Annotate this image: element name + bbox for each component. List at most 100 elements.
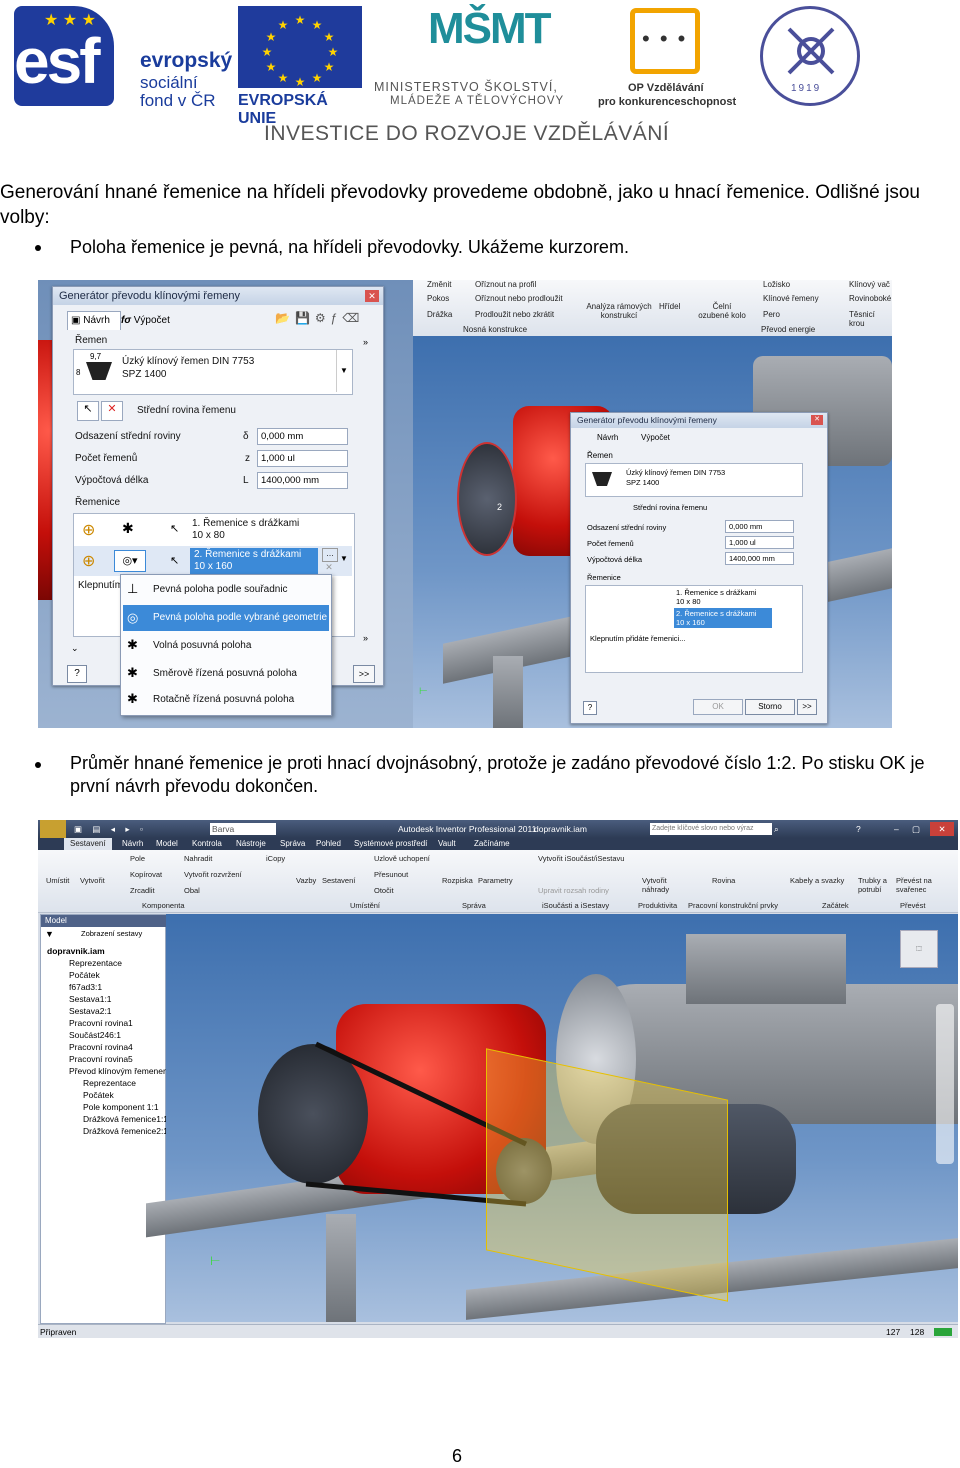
tree-item[interactable]: dopravnik.iam	[43, 945, 163, 957]
filter-icon[interactable]: ▼	[45, 929, 54, 939]
help-icon[interactable]: ?	[67, 665, 87, 683]
side-collapse-icon[interactable]: »	[363, 337, 368, 347]
substitutes-button[interactable]: Vytvořit náhrady	[642, 876, 678, 894]
collapse-icon[interactable]: ⌄	[71, 643, 79, 654]
ribbon-item-7[interactable]: Hřídel	[659, 302, 680, 311]
row-chevron-icon[interactable]: ▼	[340, 554, 348, 563]
erase-icon[interactable]: ⌫	[342, 311, 364, 325]
ribbon-item-5[interactable]: Prodloužit nebo zkrátit	[475, 310, 554, 319]
tab-design[interactable]: ▣ Návrh	[67, 311, 121, 330]
browser-header[interactable]: Model	[41, 915, 169, 927]
cancel-button[interactable]: Storno	[745, 699, 795, 715]
position-dropdown-icon[interactable]: ◎▾	[114, 550, 146, 572]
chevron-down-icon[interactable]: ▼	[336, 350, 351, 392]
tree-item[interactable]: Drážková řemenice2:1	[43, 1125, 168, 1137]
tab-9[interactable]: Začínáme	[474, 838, 510, 850]
menu-item-1[interactable]: ◎ Pevná poloha podle vybrané geometrie	[123, 605, 329, 631]
menu-item-3[interactable]: ✱ Směrově řízená posuvná poloha	[121, 661, 331, 687]
tab-calculation[interactable]: fσ Výpočet	[121, 313, 179, 329]
more-icon[interactable]: …	[322, 548, 338, 562]
count-field[interactable]: 1,000 ul	[257, 450, 348, 467]
ok-button[interactable]: OK	[693, 699, 743, 715]
ribbon-item-0[interactable]: Změnit	[427, 280, 451, 289]
small-tab-calc[interactable]: Výpočet	[641, 433, 670, 442]
tree-item[interactable]: Reprezentace	[43, 957, 163, 969]
tree-item[interactable]: Sestava2:1	[43, 1005, 163, 1017]
tab-4[interactable]: Nástroje	[236, 838, 266, 850]
tab-2[interactable]: Model	[156, 838, 178, 850]
ribbon-item-9[interactable]: Ložisko	[763, 280, 790, 289]
small-belt-selector[interactable]: Úzký klínový řemen DIN 7753 SPZ 1400	[585, 463, 803, 497]
tab-3[interactable]: Kontrola	[192, 838, 222, 850]
tab-0[interactable]: Sestavení	[64, 838, 112, 850]
tree-item[interactable]: Počátek	[43, 969, 163, 981]
browser-view[interactable]: Zobrazení sestavy	[81, 929, 142, 938]
move-button[interactable]: Přesunout	[374, 870, 408, 879]
save-icon[interactable]: 💾	[295, 311, 315, 325]
plane-select-icon[interactable]: ✕	[101, 401, 123, 421]
tree-item[interactable]: Reprezentace	[43, 1077, 163, 1089]
edit-factory-button[interactable]: Upravit rozsah rodiny	[538, 886, 609, 895]
menu-item-2[interactable]: ✱ Volná posuvná poloha	[121, 633, 331, 659]
help-menu-icon[interactable]: ?	[856, 820, 861, 838]
ribbon-item-10[interactable]: Klínové řemeny	[763, 294, 819, 303]
ipart-button[interactable]: Vytvořit iSoučást/iSestavu	[538, 854, 624, 863]
ribbon-item-4[interactable]: Drážka	[427, 310, 452, 319]
delete-icon[interactable]: ✕	[322, 562, 336, 574]
settings-icon[interactable]: ⚙	[315, 311, 331, 325]
bom-button[interactable]: Rozpiska	[442, 876, 473, 885]
search-input[interactable]: Zadejte klíčové slovo nebo výraz	[650, 823, 772, 835]
menu-item-4[interactable]: ✱ Rotačně řízená posuvná poloha	[121, 687, 331, 713]
ribbon-item-12[interactable]: Klínový vač	[849, 280, 890, 289]
ribbon-item-2[interactable]: Pokos	[427, 294, 449, 303]
ribbon-item-11[interactable]: Pero	[763, 310, 780, 319]
search-icon[interactable]: ⌕	[774, 820, 779, 838]
belt-selector[interactable]: 9,7 8 Úzký klínový řemen DIN 7753 SPZ 14…	[73, 349, 353, 395]
small-offset-field[interactable]: 0,000 mm	[725, 520, 794, 533]
cables-button[interactable]: Kabely a svazky	[790, 876, 844, 885]
pulley-row-2[interactable]: ⊕ ◎▾ ↖ 2. Řemenice s drážkami 10 x 160 ……	[74, 546, 352, 576]
fx-calc-icon[interactable]: ƒ	[331, 311, 343, 325]
offset-field[interactable]: 0,000 mm	[257, 428, 348, 445]
menu-item-0[interactable]: ⊥ Pevná poloha podle souřadnic	[121, 577, 331, 603]
viewcube-icon[interactable]: ⬚	[900, 930, 938, 968]
copy-button[interactable]: Kopírovat	[130, 870, 162, 879]
create-button[interactable]: Vytvořit	[80, 876, 105, 885]
tab-6[interactable]: Pohled	[316, 838, 341, 850]
pulley-row-1[interactable]: ⊕ ✱ ↖ 1. Řemenice s drážkami 10 x 80	[74, 516, 352, 544]
icopy-button[interactable]: iCopy	[266, 854, 285, 863]
ribbon-item-14[interactable]: Těsnicí krou	[849, 310, 892, 328]
ribbon-item-13[interactable]: Rovinoboké	[849, 294, 891, 303]
small-length-field[interactable]: 1400,000 mm	[725, 552, 794, 565]
small-count-field[interactable]: 1,000 ul	[725, 536, 794, 549]
ribbon-item-1[interactable]: Oříznout na profil	[475, 280, 536, 289]
assemble-button[interactable]: Sestavení	[322, 876, 355, 885]
convert-button[interactable]: Převést na svařenec	[896, 876, 938, 894]
tree-item[interactable]: Součást246:1	[43, 1029, 163, 1041]
shrinkwrap-button[interactable]: Obal	[184, 886, 200, 895]
plane-button[interactable]: Rovina	[712, 876, 735, 885]
tree-item[interactable]: Pracovní rovina1	[43, 1017, 163, 1029]
tree-item[interactable]: Převod klínovým řemenem:1	[43, 1065, 177, 1077]
app-menu-icon[interactable]	[40, 820, 66, 838]
main-viewport[interactable]: ⬚ ⊢	[146, 914, 958, 1322]
ribbon-item-6[interactable]: Analýza rámových konstrukcí	[579, 302, 659, 320]
rotate-button[interactable]: Otočit	[374, 886, 394, 895]
small-more-button[interactable]: >>	[797, 699, 817, 715]
length-field[interactable]: 1400,000 mm	[257, 472, 348, 489]
open-icon[interactable]: 📂	[275, 311, 295, 325]
cursor-select-icon[interactable]: ↖	[77, 401, 99, 421]
replace-button[interactable]: Nahradit	[184, 854, 212, 863]
expand-icon[interactable]: »	[363, 633, 368, 643]
constraints-button[interactable]: Vazby	[296, 876, 316, 885]
grip-snap-button[interactable]: Uzlově uchopení	[374, 854, 430, 863]
maximize-icon[interactable]: ▢	[912, 820, 920, 838]
tree-item[interactable]: Drážková řemenice1:1	[43, 1113, 168, 1125]
tree-item[interactable]: Pracovní rovina5	[43, 1053, 163, 1065]
parameters-button[interactable]: Parametry	[478, 876, 513, 885]
tab-8[interactable]: Vault	[438, 838, 456, 850]
small-close-icon[interactable]: ✕	[811, 415, 823, 425]
mirror-button[interactable]: Zrcadlit	[130, 886, 155, 895]
close-icon[interactable]: ✕	[365, 290, 379, 302]
window-close-icon[interactable]: ✕	[930, 822, 954, 836]
